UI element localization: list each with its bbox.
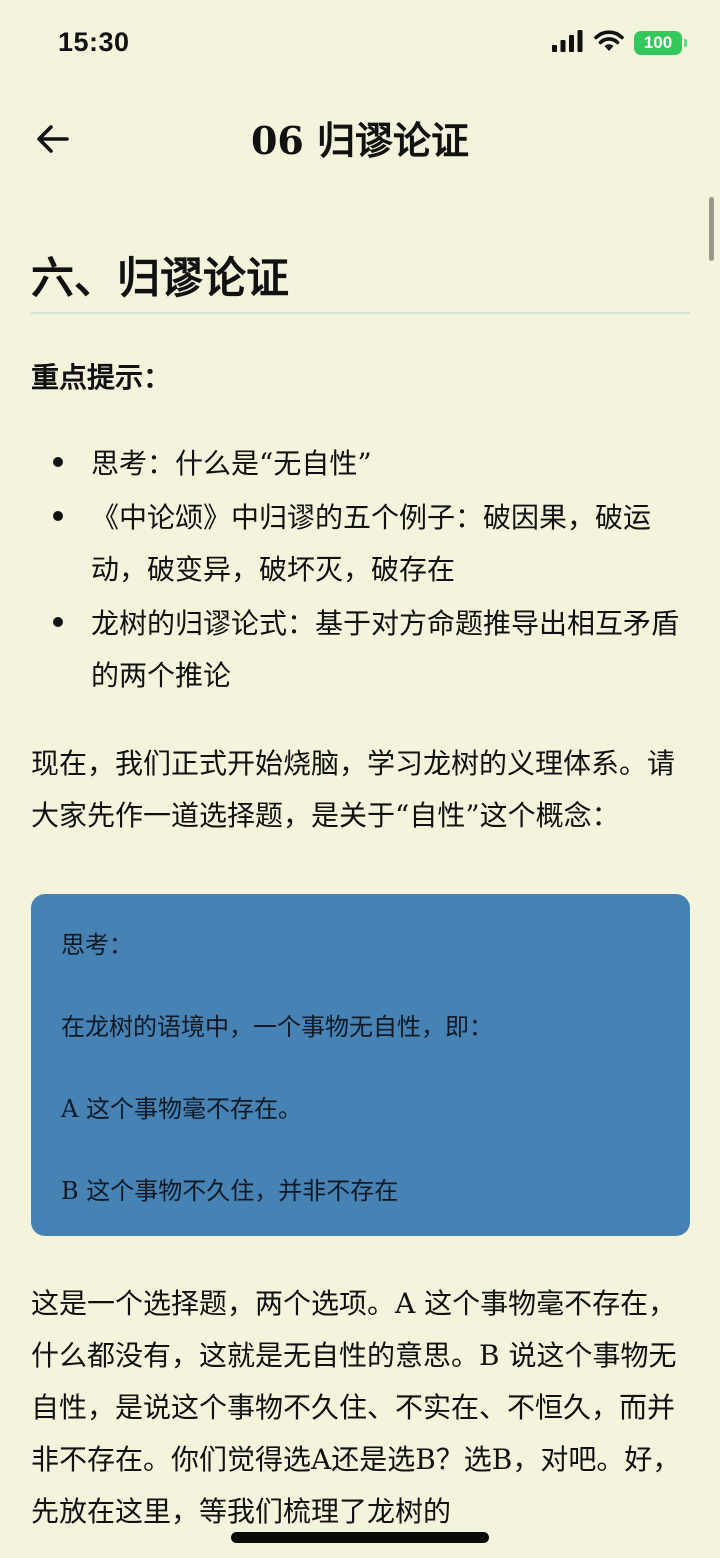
list-item-text: 龙树的归谬论式：基于对方命题推导出相互矛盾的两个推论 (91, 607, 680, 692)
status-time: 15:30 (58, 27, 130, 57)
status-icons: 100 (552, 30, 687, 56)
body-paragraph: 这是一个选择题，两个选项。A 这个事物毫不存在，什么都没有，这就是无自性的意思。… (31, 1287, 681, 1528)
heading-divider (31, 312, 690, 314)
signal-icon (552, 30, 584, 56)
status-bar: 15:30 100 (0, 0, 720, 92)
key-points-list: 思考：什么是“无自性” 《中论颂》中归谬的五个例子：破因果，破运动，破变异，破坏… (31, 438, 690, 702)
bullet-icon (53, 511, 63, 521)
list-item: 《中论颂》中归谬的五个例子：破因果，破运动，破变异，破坏灭，破存在 (31, 492, 690, 596)
section-heading: 六、归谬论证 (31, 254, 289, 304)
scrollbar[interactable] (709, 197, 714, 261)
list-item-text: 思考：什么是“无自性” (91, 447, 372, 480)
key-points-label: 重点提示： (31, 361, 172, 394)
callout-option-b: B 这个事物不久住，并非不存在 (61, 1177, 399, 1205)
question-callout: 思考： 在龙树的语境中，一个事物无自性，即： A 这个事物毫不存在。 B 这个事… (31, 894, 690, 1236)
bullet-icon (53, 617, 63, 627)
bullet-icon (53, 457, 63, 467)
intro-paragraph: 现在，我们正式开始烧脑，学习龙树的义理体系。请大家先作一道选择题，是关于“自性”… (31, 747, 676, 832)
nav-bar: 06 归谬论证 (0, 96, 720, 186)
page-title: 06 归谬论证 (250, 118, 470, 163)
article-content: 六、归谬论证 重点提示： 思考：什么是“无自性” 《中论颂》中归谬的五个例子：破… (31, 248, 690, 1538)
callout-option-a: A 这个事物毫不存在。 (61, 1095, 302, 1123)
callout-label: 思考： (61, 931, 133, 959)
home-indicator[interactable] (231, 1532, 489, 1543)
list-item: 思考：什么是“无自性” (31, 438, 690, 490)
battery-icon: 100 (634, 31, 687, 55)
callout-question: 在龙树的语境中，一个事物无自性，即： (61, 1013, 493, 1041)
list-item: 龙树的归谬论式：基于对方命题推导出相互矛盾的两个推论 (31, 598, 690, 702)
wifi-icon (594, 30, 624, 56)
list-item-text: 《中论颂》中归谬的五个例子：破因果，破运动，破变异，破坏灭，破存在 (91, 501, 652, 586)
